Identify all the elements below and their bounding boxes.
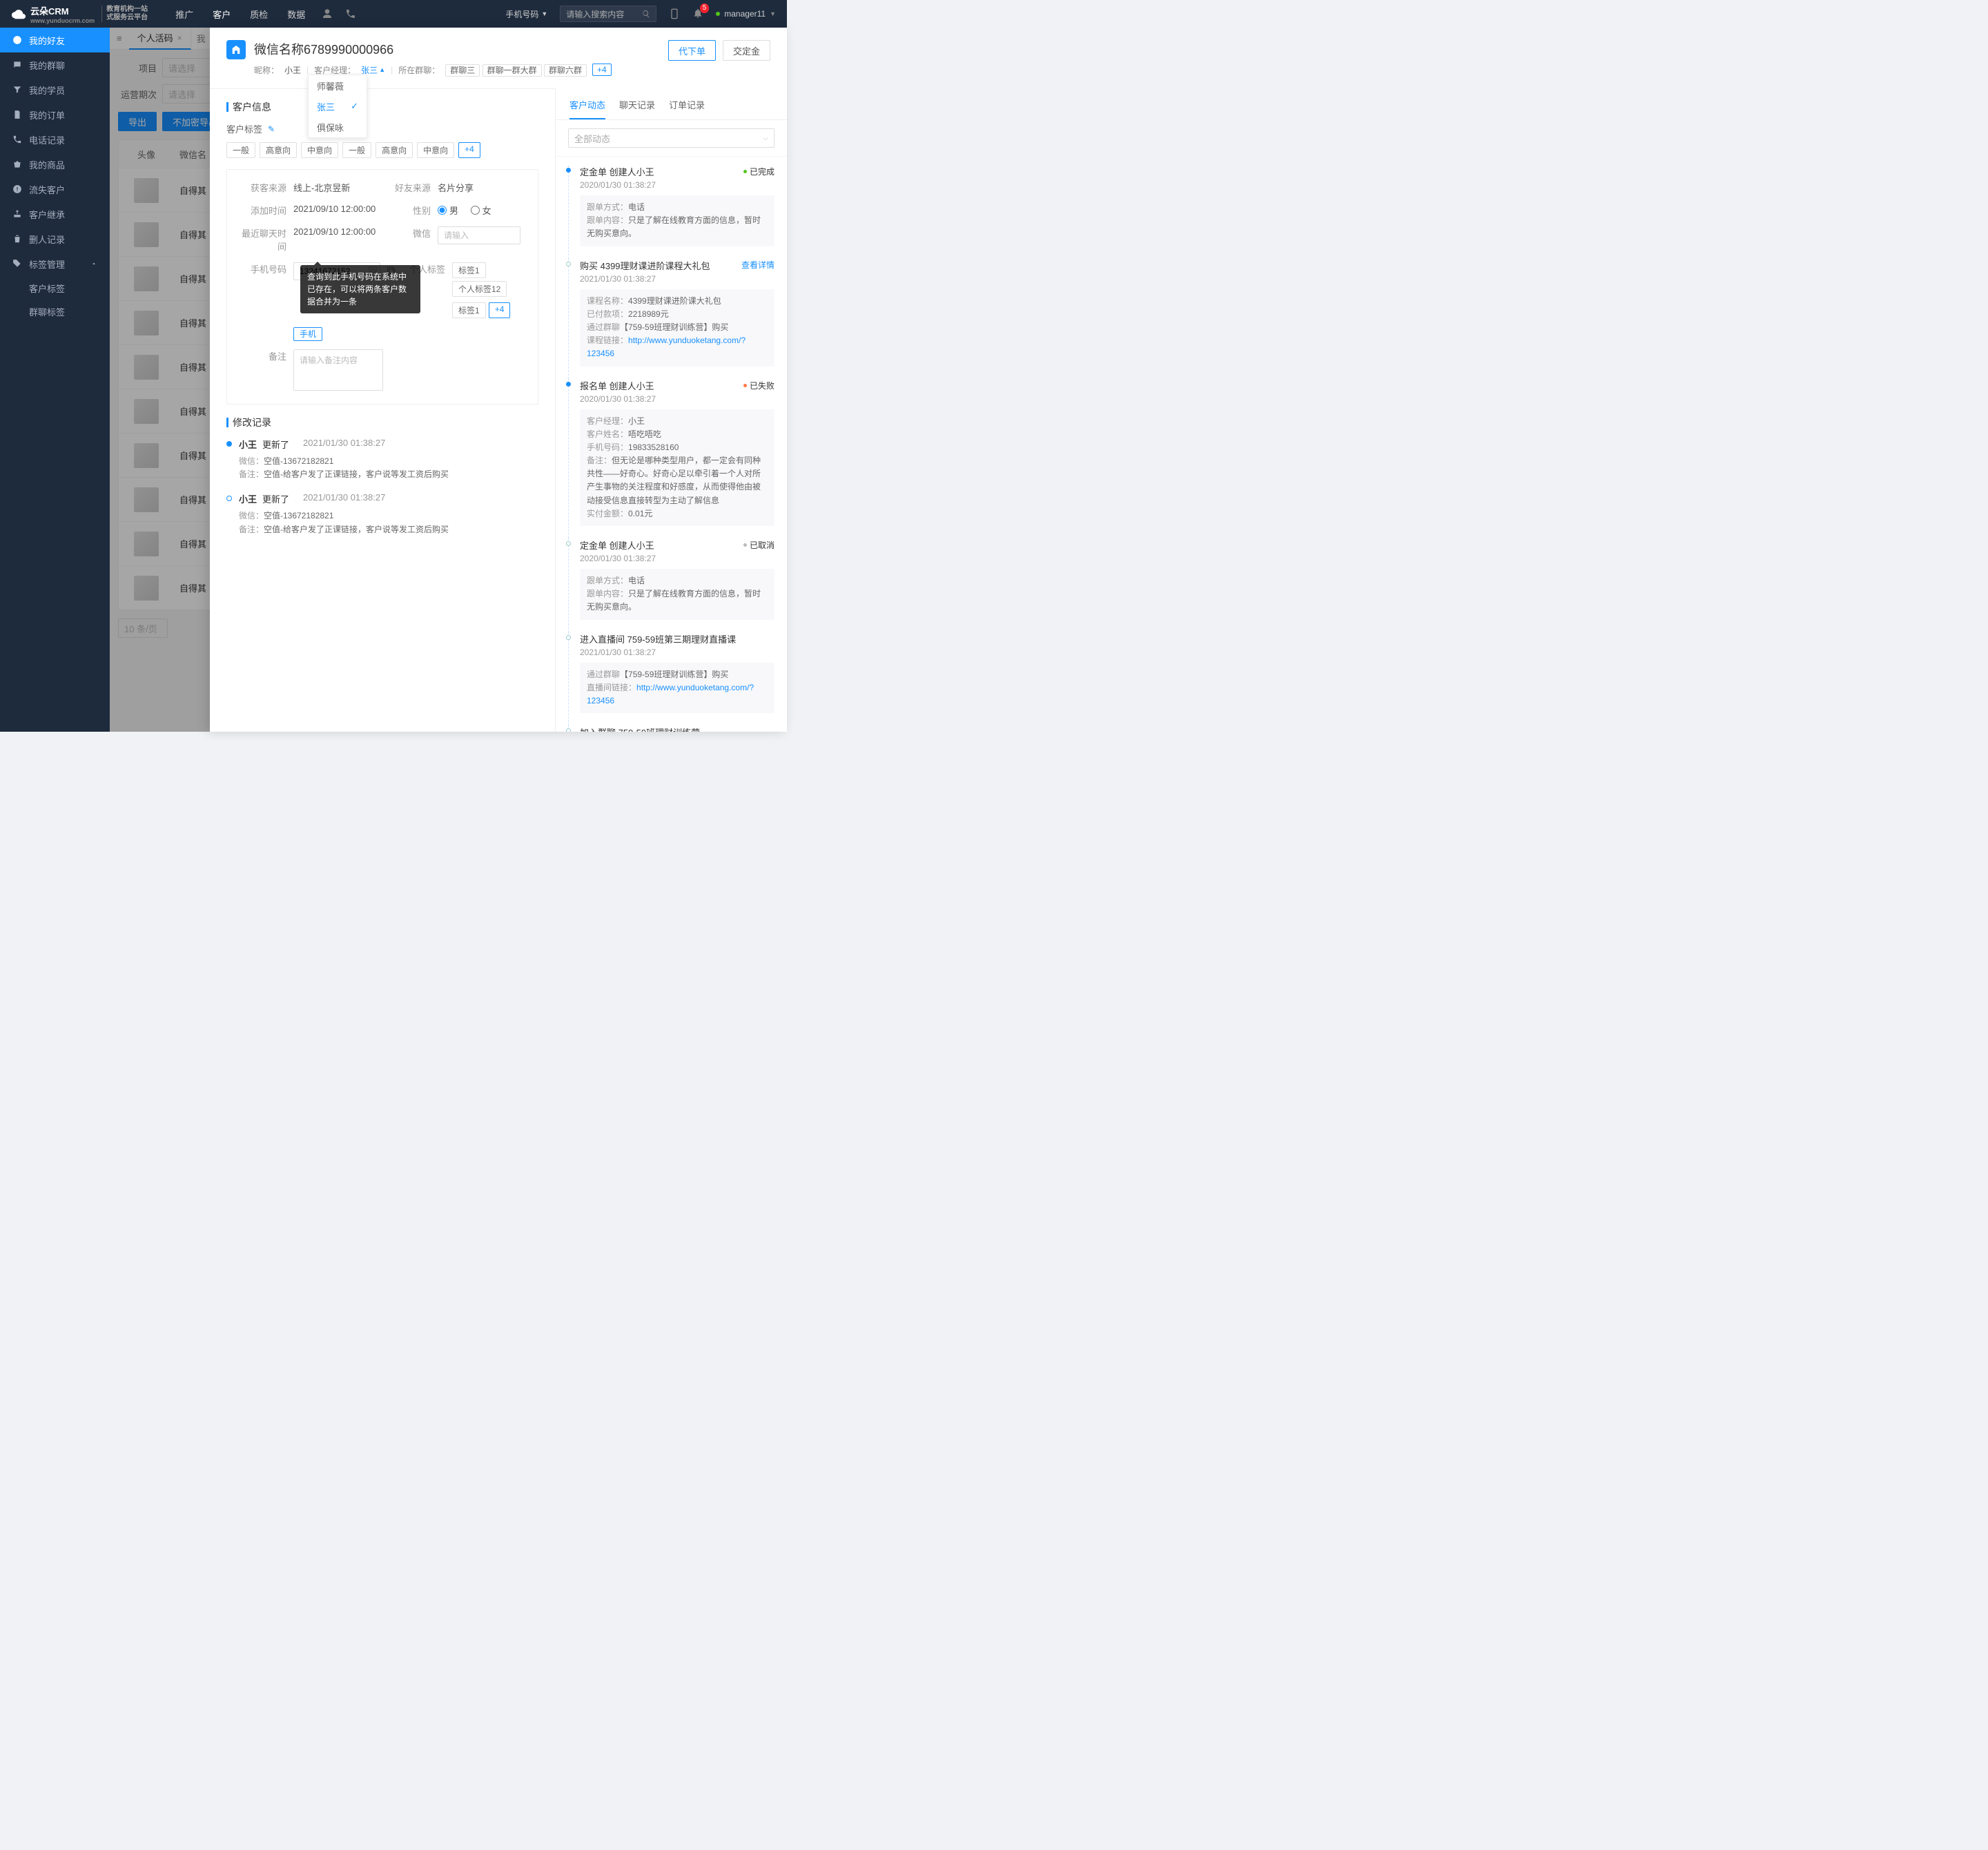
sidebar-item[interactable]: 流失客户 <box>0 177 110 202</box>
sidebar-sub-item[interactable]: 客户标签 <box>0 276 110 300</box>
order-icon <box>12 110 22 119</box>
topnav: 推广 客户 质检 数据 <box>175 8 305 21</box>
sidebar-item[interactable]: 标签管理 <box>0 251 110 276</box>
search-type-select[interactable]: 手机号码▼ <box>505 8 547 20</box>
sidebar-item[interactable]: 我的好友 <box>0 28 110 52</box>
customer-title: 微信名称6789990000966 <box>254 40 660 58</box>
view-detail-link[interactable]: 查看详情 <box>741 259 774 272</box>
customer-tag[interactable]: 一般 <box>226 142 255 158</box>
status-badge: 已取消 <box>743 538 774 552</box>
activity-item: 定金单 创建人小王已完成2020/01/30 01:38:27跟单方式：电话跟单… <box>568 165 774 259</box>
group-chip[interactable]: 群聊六群 <box>544 64 587 77</box>
delete-icon <box>12 234 22 244</box>
groups-more[interactable]: +4 <box>592 64 612 76</box>
customer-tags-more[interactable]: +4 <box>458 142 480 158</box>
chevron-up-icon <box>90 260 97 267</box>
lost-icon <box>12 184 22 194</box>
goods-icon <box>12 159 22 169</box>
section-customer-info: 客户信息 <box>226 100 538 114</box>
notification-badge: 5 <box>700 3 710 13</box>
inherit-icon <box>12 209 22 219</box>
sidebar-item[interactable]: 我的商品 <box>0 152 110 177</box>
mod-log-item: 小王更新了2021/01/30 01:38:27微信：空值-1367218282… <box>226 438 538 481</box>
topnav-数据[interactable]: 数据 <box>287 8 305 21</box>
right-tab[interactable]: 订单记录 <box>669 98 705 119</box>
right-tab[interactable]: 聊天记录 <box>619 98 655 119</box>
customer-tag[interactable]: 一般 <box>342 142 371 158</box>
personal-tag[interactable]: 个人标签12 <box>452 281 507 297</box>
activity-item: 进入直播间 759-59班第三期理财直播课2021/01/30 01:38:27… <box>568 632 774 726</box>
remark-textarea[interactable] <box>293 349 383 391</box>
user-icon[interactable] <box>322 8 333 19</box>
user-menu[interactable]: manager11▼ <box>716 9 776 19</box>
personal-tag[interactable]: 标签1 <box>452 302 486 318</box>
customer-tag[interactable]: 中意向 <box>301 142 338 158</box>
bell-button[interactable]: 5 <box>692 8 703 21</box>
sidebar-sub-item[interactable]: 群聊标签 <box>0 300 110 323</box>
deposit-button[interactable]: 交定金 <box>723 40 770 61</box>
customer-tag[interactable]: 中意向 <box>417 142 454 158</box>
customer-drawer: 微信名称6789990000966 昵称：小王 | 客户经理：张三▲ | 所在群… <box>210 28 787 732</box>
right-tab[interactable]: 客户动态 <box>569 98 605 119</box>
customer-tag[interactable]: 高意向 <box>376 142 413 158</box>
filter-icon <box>12 85 22 95</box>
sex-female-radio[interactable]: 女 <box>471 204 491 217</box>
manager-popover: 师馨薇张三俱保咏 <box>308 75 367 138</box>
topnav-推广[interactable]: 推广 <box>175 8 193 21</box>
customer-avatar-icon <box>226 40 246 59</box>
personal-tag[interactable]: 标签1 <box>452 262 486 278</box>
phone-prefix-tag[interactable]: 手机 <box>293 327 322 341</box>
phone-exists-tooltip: 查询到此手机号码在系统中已存在，可以将两条客户数据合并为一条 <box>300 265 420 313</box>
wechat-input[interactable] <box>438 226 520 244</box>
sidebar-item[interactable]: 我的群聊 <box>0 52 110 77</box>
popover-option[interactable]: 师馨薇 <box>309 75 367 96</box>
device-icon[interactable] <box>669 8 680 19</box>
section-mod-log: 修改记录 <box>226 416 538 429</box>
logo-url: www.yunduocrm.com <box>30 17 95 24</box>
customer-tag[interactable]: 高意向 <box>260 142 297 158</box>
sidebar-item[interactable]: 删人记录 <box>0 226 110 251</box>
group-chip[interactable]: 群聊三 <box>445 64 480 77</box>
activity-item: 购买 4399理财课进阶课程大礼包查看详情2021/01/30 01:38:27… <box>568 259 774 379</box>
activity-filter-select[interactable]: 全部动态⌵ <box>568 128 774 148</box>
mod-log-item: 小王更新了2021/01/30 01:38:27微信：空值-1367218282… <box>226 492 538 536</box>
group-chip[interactable]: 群聊一群大群 <box>483 64 542 77</box>
proxy-order-button[interactable]: 代下单 <box>668 40 716 61</box>
tag-icon <box>12 259 22 269</box>
status-badge: 已完成 <box>743 165 774 178</box>
phone-icon <box>12 135 22 144</box>
popover-option[interactable]: 俱保咏 <box>309 117 367 137</box>
manager-select[interactable]: 张三▲ <box>361 64 385 76</box>
sidebar-item[interactable]: 电话记录 <box>0 127 110 152</box>
sex-male-radio[interactable]: 男 <box>438 204 458 217</box>
search-icon <box>642 10 650 18</box>
topnav-客户[interactable]: 客户 <box>213 8 231 21</box>
phone-icon[interactable] <box>345 8 356 19</box>
edit-tags-icon[interactable]: ✎ <box>268 124 275 134</box>
personal-tags-more[interactable]: +4 <box>489 302 511 318</box>
search-input[interactable]: 请输入搜索内容 <box>560 6 656 22</box>
activity-item: 加入群聊 759-59班理财训练营2021/01/30 01:38:27入群方式… <box>568 726 774 732</box>
topbar: 云朵CRM www.yunduocrm.com 教育机构一站 式服务云平台 推广… <box>0 0 787 28</box>
logo[interactable]: 云朵CRM www.yunduocrm.com 教育机构一站 式服务云平台 <box>11 4 148 24</box>
status-badge: 已失败 <box>743 379 774 392</box>
chat-icon <box>12 60 22 70</box>
logo-name: 云朵CRM <box>30 4 95 17</box>
topnav-质检[interactable]: 质检 <box>250 8 268 21</box>
activity-item: 报名单 创建人小王已失败2020/01/30 01:38:27客户经理：小王客户… <box>568 379 774 539</box>
clock-icon <box>12 35 22 45</box>
sidebar-item[interactable]: 我的学员 <box>0 77 110 102</box>
activity-item: 定金单 创建人小王已取消2020/01/30 01:38:27跟单方式：电话跟单… <box>568 538 774 632</box>
popover-option[interactable]: 张三 <box>309 96 367 117</box>
sidebar-item[interactable]: 我的订单 <box>0 102 110 127</box>
sidebar-item[interactable]: 客户继承 <box>0 202 110 226</box>
sidebar: 我的好友我的群聊我的学员我的订单电话记录我的商品流失客户客户继承删人记录标签管理… <box>0 28 110 732</box>
